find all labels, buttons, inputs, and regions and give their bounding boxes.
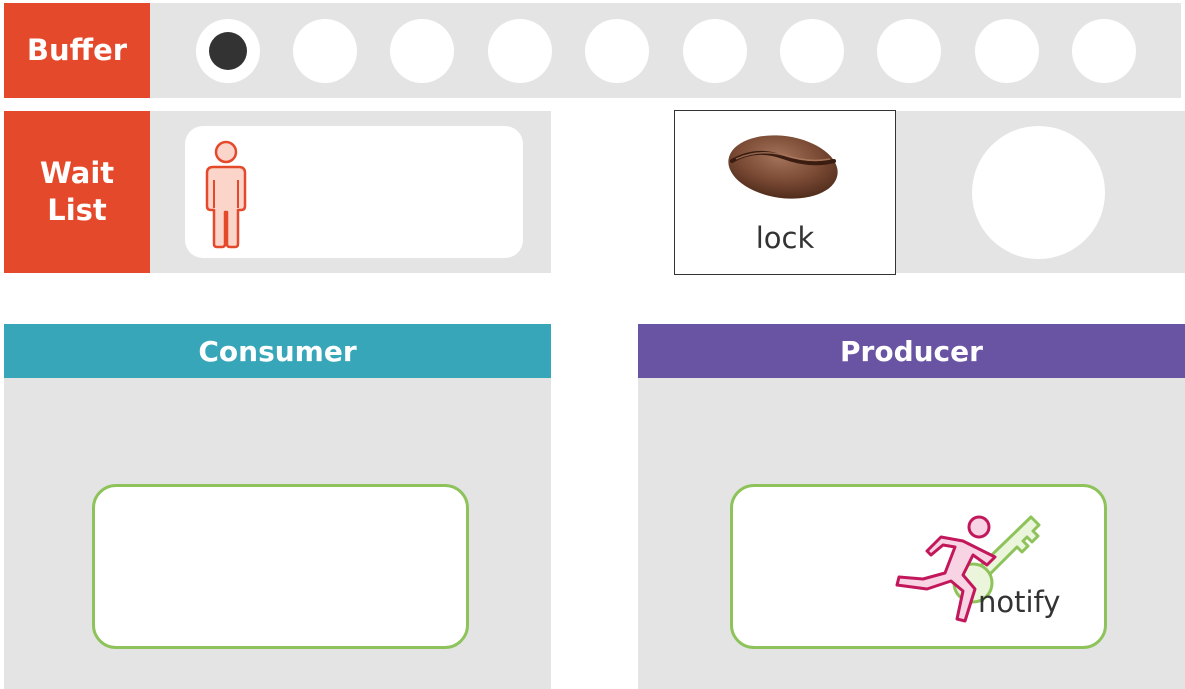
buffer-label: Buffer bbox=[4, 3, 150, 98]
buffer-slot-5 bbox=[585, 19, 649, 83]
buffer-slot-3 bbox=[390, 19, 454, 83]
producer-panel: notify bbox=[638, 378, 1185, 689]
buffer-slot-1 bbox=[196, 19, 260, 83]
producer-header: Producer bbox=[638, 324, 1185, 378]
notify-label: notify bbox=[978, 585, 1061, 619]
buffer-slot-6 bbox=[683, 19, 747, 83]
buffer-slot-2 bbox=[293, 19, 357, 83]
buffer-slot-4 bbox=[488, 19, 552, 83]
lock-queue-slot bbox=[972, 126, 1105, 259]
consumer-header: Consumer bbox=[4, 324, 551, 378]
coffee-bean-icon bbox=[728, 135, 838, 199]
buffer-track bbox=[150, 3, 1181, 98]
wait-list-label-line2: List bbox=[47, 193, 107, 227]
buffer-slot-10 bbox=[1072, 19, 1136, 83]
person-outline-icon bbox=[205, 140, 247, 249]
wait-list-box bbox=[185, 126, 523, 258]
consumer-panel bbox=[4, 378, 551, 689]
buffer-label-text: Buffer bbox=[26, 32, 128, 67]
lock-box: lock bbox=[674, 110, 896, 275]
wait-list-label-line1: Wait bbox=[39, 155, 115, 190]
buffer-slot-8 bbox=[877, 19, 941, 83]
lock-label: lock bbox=[755, 221, 815, 255]
consumer-title: Consumer bbox=[198, 334, 357, 368]
wait-list-label: Wait List bbox=[4, 111, 150, 273]
consumer-action-slot bbox=[92, 484, 469, 649]
producer-action-slot: notify bbox=[730, 484, 1107, 649]
buffer-slot-9 bbox=[975, 19, 1039, 83]
buffer-slot-7 bbox=[780, 19, 844, 83]
wait-list-track bbox=[150, 111, 551, 273]
buffer-item-dot bbox=[209, 32, 247, 70]
producer-title: Producer bbox=[840, 334, 983, 368]
